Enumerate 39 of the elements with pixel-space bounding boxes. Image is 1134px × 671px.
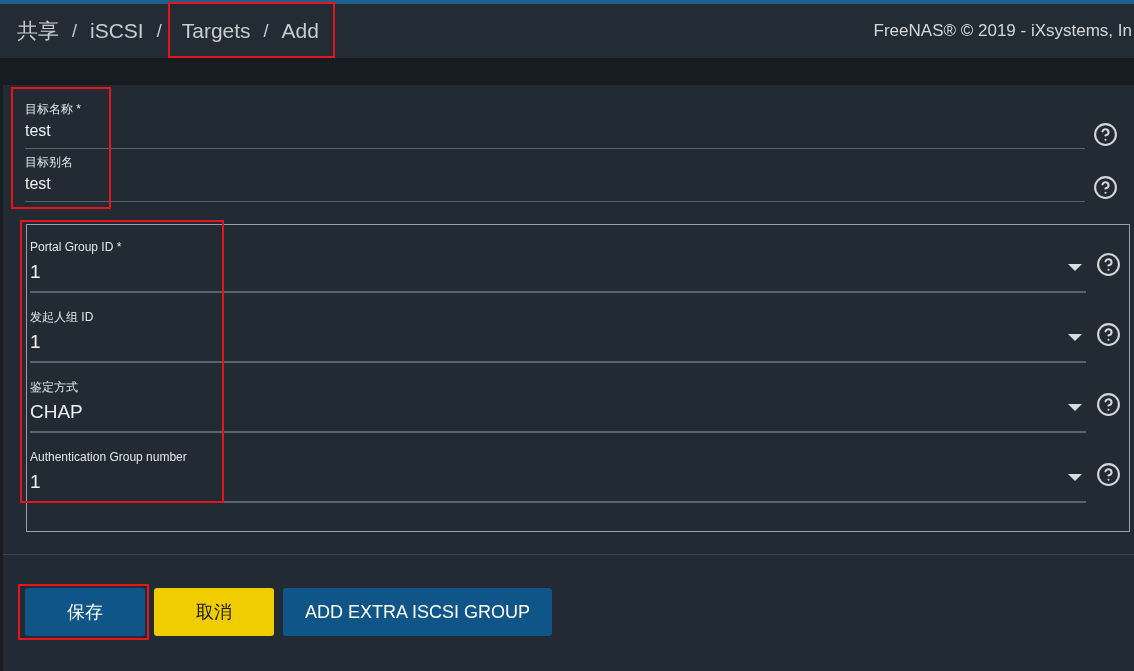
select-field[interactable]: 发起人组 ID 1 — [30, 305, 1086, 363]
breadcrumb-item[interactable]: Targets — [181, 15, 251, 47]
field-value: test — [25, 174, 52, 194]
breadcrumb-item[interactable]: 共享 — [17, 15, 59, 47]
help-icon[interactable] — [1096, 391, 1121, 417]
field-label: 目标名称 * — [25, 101, 82, 117]
dropdown-caret-icon[interactable] — [1068, 333, 1082, 342]
help-icon[interactable] — [1096, 321, 1121, 347]
dropdown-caret-icon[interactable] — [1068, 403, 1082, 412]
breadcrumb-item[interactable]: iSCSI — [90, 15, 144, 47]
dropdown-caret-icon[interactable] — [1068, 473, 1082, 482]
action-button[interactable]: 保存 — [25, 588, 145, 636]
field-value: 1 — [30, 259, 42, 284]
action-button[interactable]: 取消 — [154, 588, 274, 636]
select-field[interactable]: Portal Group ID * 1 — [30, 235, 1086, 293]
breadcrumb-item[interactable]: Add — [281, 15, 319, 47]
field-label: Authentication Group number — [30, 448, 188, 466]
text-field[interactable]: 目标别名 test — [25, 154, 1085, 202]
help-icon[interactable] — [1096, 461, 1121, 487]
field-value: test — [25, 121, 52, 141]
field-label: Portal Group ID * — [30, 238, 123, 256]
field-label: 鉴定方式 — [30, 378, 79, 396]
help-icon[interactable] — [1096, 251, 1121, 277]
select-field[interactable]: Authentication Group number 1 — [30, 445, 1086, 503]
field-value: 1 — [30, 329, 42, 354]
select-field[interactable]: 鉴定方式 CHAP — [30, 375, 1086, 433]
breadcrumb-separator: / — [156, 19, 162, 43]
action-button[interactable]: ADD EXTRA ISCSI GROUP — [283, 588, 553, 636]
help-icon[interactable] — [1093, 175, 1118, 200]
field-value: CHAP — [30, 399, 84, 424]
field-label: 目标别名 — [25, 154, 74, 170]
copyright-text: FreeNAS® © 2019 - iXsystems, In — [873, 20, 1133, 43]
breadcrumb-separator: / — [263, 19, 269, 43]
breadcrumb-separator: / — [72, 19, 77, 43]
field-value: 1 — [30, 469, 42, 494]
help-icon[interactable] — [1093, 122, 1118, 147]
text-field[interactable]: 目标名称 * test — [25, 101, 1085, 149]
field-label: 发起人组 ID — [30, 308, 95, 326]
dropdown-caret-icon[interactable] — [1068, 263, 1082, 272]
